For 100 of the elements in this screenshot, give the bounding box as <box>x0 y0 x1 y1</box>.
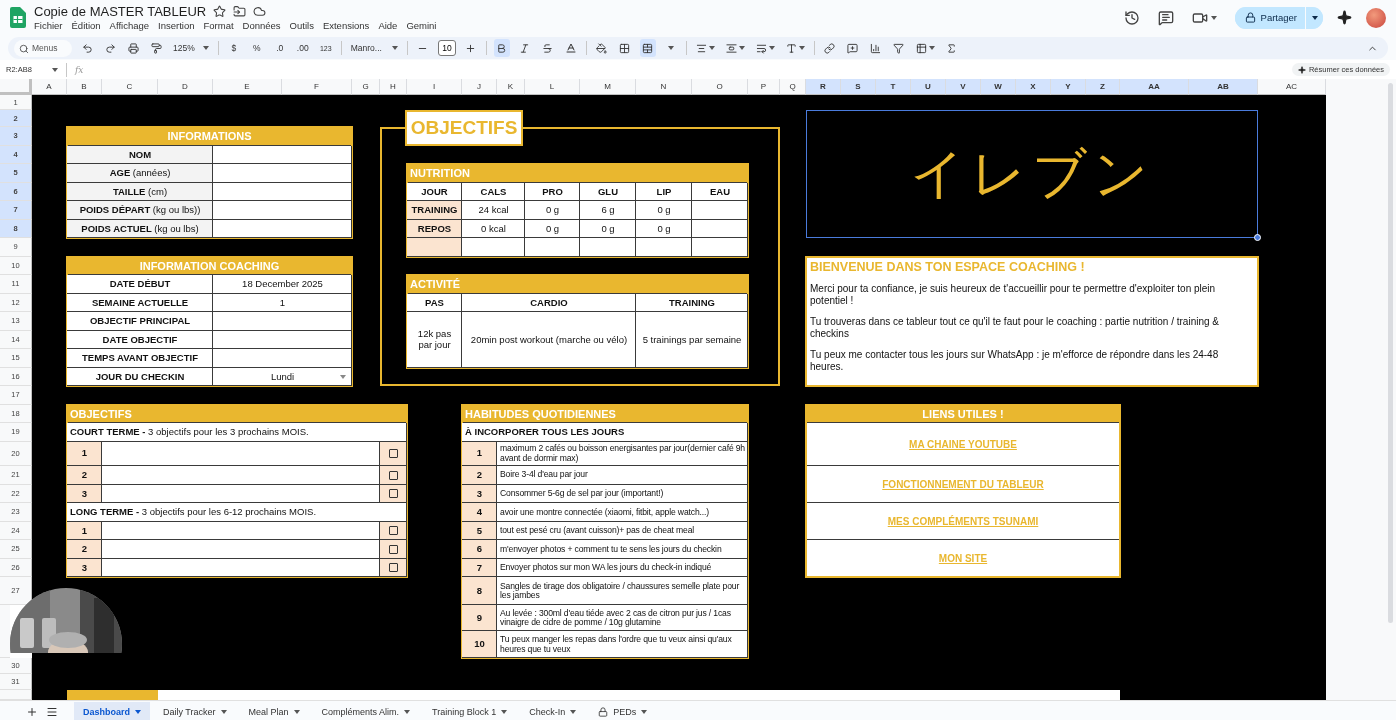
table-cell[interactable] <box>213 201 352 220</box>
menu-item[interactable]: Édition <box>71 20 101 31</box>
column-header[interactable]: O <box>692 79 748 95</box>
checkbox[interactable] <box>389 449 398 458</box>
column-header[interactable]: A <box>32 79 67 95</box>
menu-item[interactable]: Insertion <box>158 20 195 31</box>
chart-icon <box>870 42 882 54</box>
sheet-tab[interactable]: Check-In <box>520 701 586 720</box>
caret-icon <box>570 709 577 714</box>
sparkle-icon[interactable] <box>1337 10 1352 25</box>
column-header[interactable]: K <box>497 79 525 95</box>
column-header[interactable]: R <box>806 79 841 95</box>
currency-button[interactable]: $ <box>225 39 242 57</box>
section-header: INFORMATIONS <box>67 127 352 146</box>
menu-item[interactable]: Données <box>242 20 281 31</box>
caret-icon <box>768 46 775 50</box>
table-cell[interactable] <box>213 312 352 331</box>
paragraph: Merci pour ta confiance, je suis heureux de t'accueillir pour te permettre d'exploiter ton plein potentiel ! <box>810 282 1217 307</box>
caret-icon <box>1311 15 1318 20</box>
zoom-dropdown[interactable]: 125% <box>171 39 211 57</box>
text-icon <box>785 42 797 54</box>
table-cell[interactable] <box>407 238 462 257</box>
table-cell[interactable] <box>462 238 525 257</box>
add-comment-icon <box>847 42 859 54</box>
column-header[interactable]: X <box>1016 79 1051 95</box>
table-cell[interactable] <box>580 238 636 257</box>
sheet-tab[interactable]: PEDs <box>589 701 657 720</box>
cloud-icon[interactable] <box>253 5 267 18</box>
percent-button[interactable]: % <box>248 39 265 57</box>
checkbox[interactable] <box>389 563 398 573</box>
column-header[interactable]: G <box>352 79 380 95</box>
sheets-logo-icon[interactable] <box>10 7 26 28</box>
bold-button[interactable] <box>493 39 510 57</box>
menu-item[interactable]: Extensions <box>322 20 370 31</box>
merge-cells-button[interactable] <box>639 39 656 57</box>
column-header[interactable]: H <box>380 79 407 95</box>
document-title[interactable]: Copie de MASTER TABLEUR <box>34 4 207 19</box>
table-cell[interactable] <box>525 238 580 257</box>
search-field[interactable]: Menus <box>14 39 72 57</box>
column-header[interactable]: AB <box>1189 79 1258 95</box>
column-header[interactable]: Z <box>1086 79 1120 95</box>
checkbox[interactable] <box>389 489 398 499</box>
column-header[interactable]: P <box>748 79 780 95</box>
column-header[interactable]: E <box>213 79 282 95</box>
column-header[interactable]: D <box>158 79 213 95</box>
column-header[interactable]: AC <box>1258 79 1326 95</box>
column-header[interactable]: Q <box>780 79 806 95</box>
column-header[interactable]: U <box>911 79 946 95</box>
menu-item[interactable]: Format <box>203 20 234 31</box>
column-header[interactable]: M <box>580 79 636 95</box>
column-header[interactable]: I <box>407 79 462 95</box>
menu-item[interactable]: Gemini <box>406 20 437 31</box>
column-header[interactable]: N <box>636 79 692 95</box>
section-header: HABITUDES QUOTIDIENNES <box>462 404 748 423</box>
caret-icon <box>340 374 346 379</box>
sheet-tab[interactable]: Dashboard <box>74 701 150 720</box>
table-cell: 5 trainings par semaine <box>636 312 748 368</box>
font-dropdown[interactable]: Manro... <box>348 39 400 57</box>
star-icon[interactable] <box>213 5 227 18</box>
menu-item[interactable]: Fichier <box>34 20 63 31</box>
menu-item[interactable]: Outils <box>289 20 314 31</box>
checkbox[interactable] <box>389 544 398 554</box>
increase-decimals-button[interactable]: .00 <box>294 39 311 57</box>
column-header[interactable]: F <box>282 79 352 95</box>
column-header[interactable]: T <box>876 79 911 95</box>
sheet-tab[interactable]: Compléments Alim. <box>312 701 420 720</box>
column-header[interactable]: W <box>981 79 1016 95</box>
sheet-tab[interactable]: Meal Plan <box>239 701 309 720</box>
sheet-tab[interactable]: Daily Tracker <box>154 701 236 720</box>
column-header[interactable]: AA <box>1120 79 1189 95</box>
goal-input[interactable] <box>102 540 380 559</box>
folder-icon[interactable] <box>233 5 247 18</box>
goal-input[interactable] <box>102 441 380 466</box>
column-header[interactable]: B <box>67 79 102 95</box>
merge-cells-icon <box>642 42 654 54</box>
avatar[interactable] <box>1366 7 1386 28</box>
comment-icon[interactable] <box>1157 9 1174 26</box>
font-size-field[interactable]: 10 <box>437 40 456 56</box>
menu-item[interactable]: Aide <box>378 20 398 31</box>
column-header[interactable]: J <box>462 79 497 95</box>
menu-item[interactable]: Affichage <box>109 20 150 31</box>
paragraph: Tu trouveras dans ce tableur tout ce qu'il te faut pour le coaching : partie nutrition / training & checkins <box>810 315 1220 340</box>
checkbox[interactable] <box>389 526 398 536</box>
scrollbar[interactable] <box>1388 83 1393 623</box>
history-icon[interactable] <box>1123 9 1140 26</box>
column-header[interactable]: V <box>946 79 981 95</box>
selection-handle[interactable] <box>1254 234 1261 241</box>
table-cell[interactable] <box>213 349 352 368</box>
table-cell[interactable] <box>213 164 352 183</box>
decrease-decimals-button[interactable]: .0 <box>271 39 288 57</box>
column-header[interactable]: C <box>102 79 158 95</box>
column-header[interactable]: S <box>841 79 876 95</box>
column-header[interactable]: Y <box>1051 79 1086 95</box>
checkbox[interactable] <box>389 470 398 480</box>
table-cell[interactable] <box>636 238 692 257</box>
share-menu-button[interactable] <box>1305 6 1323 29</box>
table-cell[interactable] <box>692 238 748 257</box>
sheet-tab[interactable]: Training Block 1 <box>423 701 517 720</box>
column-header[interactable]: L <box>525 79 580 95</box>
table-cell[interactable] <box>692 201 748 220</box>
